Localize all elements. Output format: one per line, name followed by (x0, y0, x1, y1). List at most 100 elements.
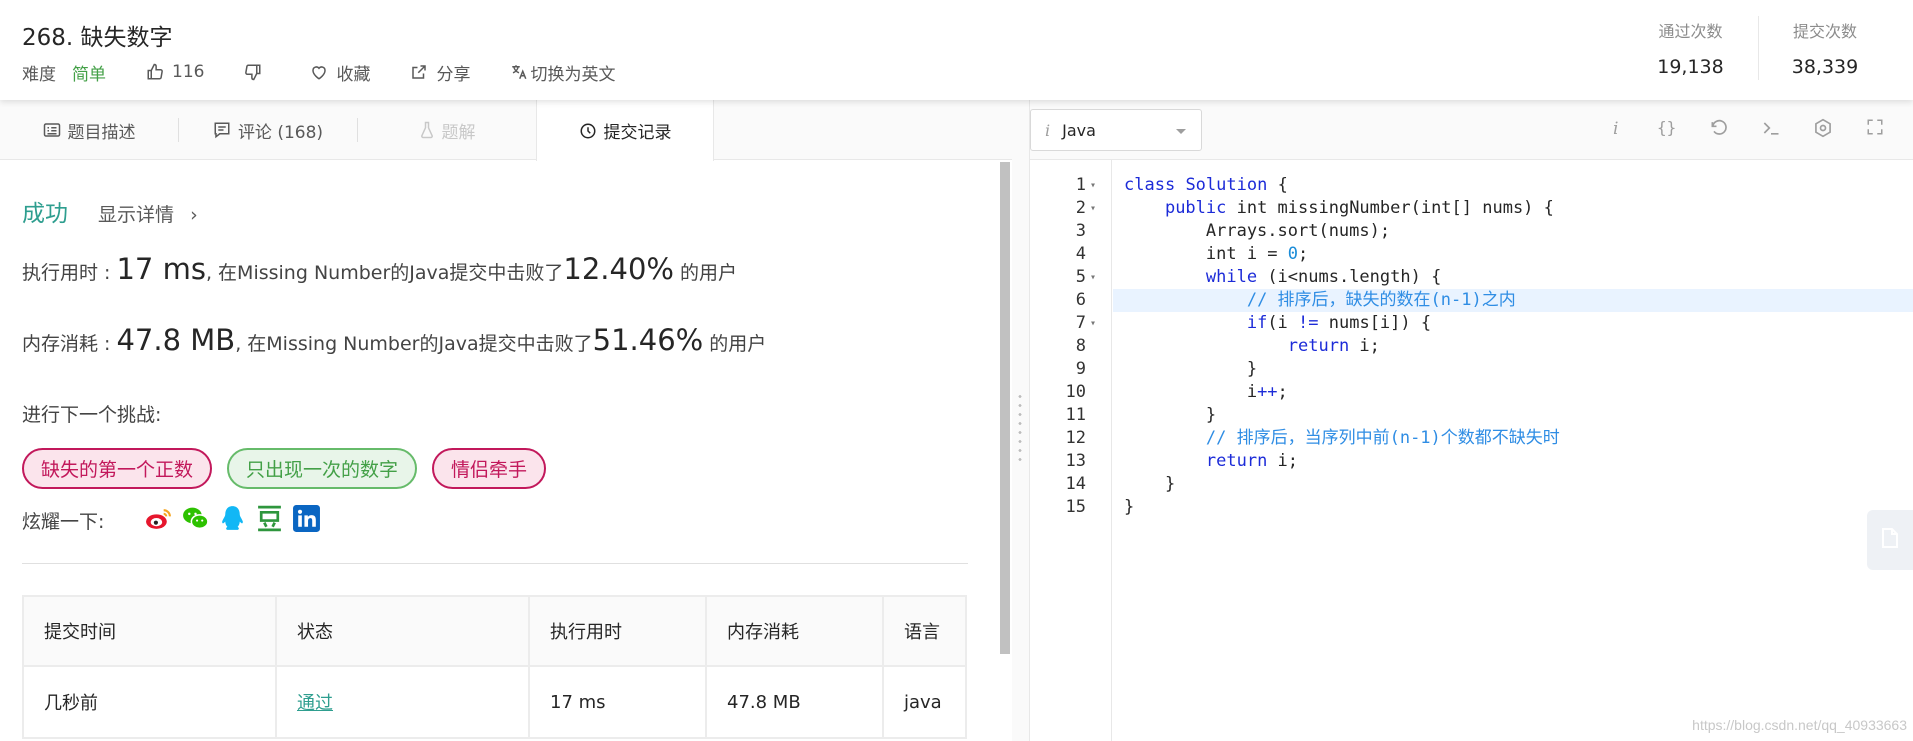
fullscreen-icon[interactable] (1849, 118, 1901, 138)
code-text: // 排序后，当序列中前(n-1)个数都不缺失时 (1205, 428, 1560, 448)
table-header: 执行用时 (528, 595, 707, 667)
challenge-tag[interactable]: 情侣牵手 (432, 448, 547, 489)
reset-icon[interactable] (1693, 118, 1745, 138)
line-number: 6 (1075, 290, 1086, 310)
wechat-icon[interactable] (181, 504, 210, 537)
code-line[interactable]: 7 ▾ if(i != nums[i]) { (1030, 312, 1913, 335)
code-line[interactable]: 5 ▾ while (i<nums.length) { (1030, 266, 1913, 289)
like-button[interactable]: 116 (146, 62, 204, 82)
language-select-value: Java (1062, 120, 1096, 140)
switch-language-button[interactable]: 切换为英文 (510, 60, 615, 85)
weibo-icon[interactable] (144, 504, 173, 537)
left-panel-scrollbar[interactable] (1000, 162, 1010, 654)
challenge-tag[interactable]: 缺失的第一个正数 (22, 448, 213, 489)
line-number: 10 (1065, 382, 1086, 402)
code-lines[interactable]: 1 ▾ class Solution { 2 ▾ public int missing… (1030, 174, 1913, 519)
line-number: 9 (1075, 359, 1086, 379)
code-text: i++; (1124, 382, 1288, 402)
submissions-table: 提交时间 状态 执行用时 内存消耗 语言 几秒前 通过 17 ms 47.8 M… (22, 595, 967, 739)
line-number: 2 (1075, 198, 1086, 218)
flask-icon (419, 121, 435, 139)
line-number: 1 (1075, 175, 1086, 195)
memory-label: 内存消耗 : (22, 333, 117, 355)
thumbs-down-icon (244, 63, 262, 81)
code-line[interactable]: 14 } (1030, 473, 1913, 496)
code-line[interactable]: 8 return i; (1030, 335, 1913, 358)
info-icon: i (1045, 120, 1051, 140)
line-number: 11 (1065, 405, 1086, 425)
tab-description[interactable]: 题目描述 (0, 100, 178, 160)
table-header-row: 提交时间 状态 执行用时 内存消耗 语言 (22, 595, 967, 667)
douban-icon[interactable] (255, 504, 284, 537)
difficulty-value: 简单 (72, 64, 106, 85)
linkedin-icon[interactable] (292, 504, 321, 537)
result-status: 成功 (22, 201, 68, 227)
fold-icon[interactable]: ▾ (1090, 312, 1096, 335)
code-editor[interactable]: 1 ▾ class Solution { 2 ▾ public int missing… (1030, 160, 1913, 741)
line-number: 3 (1075, 221, 1086, 241)
splitter-handle-icon (1018, 392, 1022, 462)
braces-icon[interactable]: {} (1641, 118, 1693, 138)
next-challenge-label: 进行下一个挑战: (22, 404, 162, 426)
social-share-row: 炫耀一下: (22, 504, 329, 537)
qq-icon[interactable] (218, 504, 247, 537)
panel-splitter[interactable] (1012, 100, 1030, 741)
code-text: return i; (1205, 451, 1299, 471)
fold-icon[interactable]: ▾ (1090, 266, 1096, 289)
runtime-line: 执行用时 : 17 ms, 在Missing Number的Java提交中击败了… (22, 252, 737, 286)
line-number: 4 (1075, 244, 1086, 264)
document-icon (1880, 527, 1900, 553)
runtime-suffix: 的用户 (673, 262, 738, 284)
share-label: 分享 (436, 64, 471, 85)
runtime-label: 执行用时 : (22, 262, 117, 284)
difficulty: 难度 简单 (22, 60, 106, 85)
line-number: 15 (1065, 497, 1086, 517)
code-line[interactable]: 15} (1030, 496, 1913, 519)
result-row: 成功 显示详情 › (22, 194, 198, 228)
code-line[interactable]: 11 } (1030, 404, 1913, 427)
code-text: class Solution { (1124, 175, 1288, 195)
code-line[interactable]: 12 // 排序后，当序列中前(n-1)个数都不缺失时 (1030, 427, 1913, 450)
submission-time: 几秒前 (22, 665, 277, 739)
code-text: } (1124, 405, 1217, 425)
tab-submissions[interactable]: 提交记录 (536, 100, 714, 161)
submission-status-link[interactable]: 通过 (275, 665, 530, 739)
tab-solutions[interactable]: 题解 (358, 100, 536, 160)
settings-icon[interactable] (1797, 118, 1849, 138)
show-details-link[interactable]: 显示详情 › (98, 200, 198, 227)
fold-icon[interactable]: ▾ (1090, 197, 1096, 220)
translate-icon (510, 63, 528, 81)
fold-icon[interactable]: ▾ (1090, 174, 1096, 197)
code-line[interactable]: 13 return i; (1030, 450, 1913, 473)
next-challenge-tags: 缺失的第一个正数 只出现一次的数字 情侣牵手 (22, 448, 561, 489)
code-line[interactable]: 10 i++; (1030, 381, 1913, 404)
dislike-button[interactable] (244, 63, 270, 81)
heart-icon (310, 63, 328, 81)
side-feedback-button[interactable] (1867, 510, 1913, 570)
language-select[interactable]: i Java (1030, 109, 1202, 151)
code-line[interactable]: 2 ▾ public int missingNumber(int[] nums) … (1030, 197, 1913, 220)
tab-comments[interactable]: 评论 (168) (179, 100, 357, 160)
runtime-mid: , 在Missing Number的Java提交中击败了 (205, 262, 564, 284)
code-text: public int missingNumber(int[] nums) { (1164, 198, 1554, 218)
chevron-right-icon: › (190, 204, 198, 226)
accepted-value: 19,138 (1657, 56, 1724, 78)
tab-label: 提交记录 (603, 123, 672, 143)
share-button[interactable]: 分享 (410, 60, 470, 85)
console-icon[interactable] (1745, 118, 1797, 138)
submissions-label: 提交次数 (1792, 22, 1857, 41)
code-line[interactable]: 1 ▾ class Solution { (1030, 174, 1913, 197)
code-line[interactable]: 9 } (1030, 358, 1913, 381)
favorite-button[interactable]: 收藏 (310, 60, 370, 85)
info-icon[interactable]: i (1589, 118, 1641, 138)
code-text: // 排序后，缺失的数在(n-1)之内 (1113, 289, 1913, 312)
table-header: 语言 (882, 595, 967, 667)
problem-title: 268. 缺失数字 (22, 25, 173, 51)
challenge-tag[interactable]: 只出现一次的数字 (227, 448, 418, 489)
memory-mid: , 在Missing Number的Java提交中击败了 (235, 333, 593, 355)
code-line[interactable]: 3 Arrays.sort(nums); (1030, 220, 1913, 243)
code-line-active[interactable]: 6 // 排序后，缺失的数在(n-1)之内 (1030, 289, 1913, 312)
runtime-value: 17 ms (116, 252, 206, 286)
code-line[interactable]: 4 int i = 0; (1030, 243, 1913, 266)
accepted-stat: 通过次数 19,138 (1623, 16, 1758, 80)
